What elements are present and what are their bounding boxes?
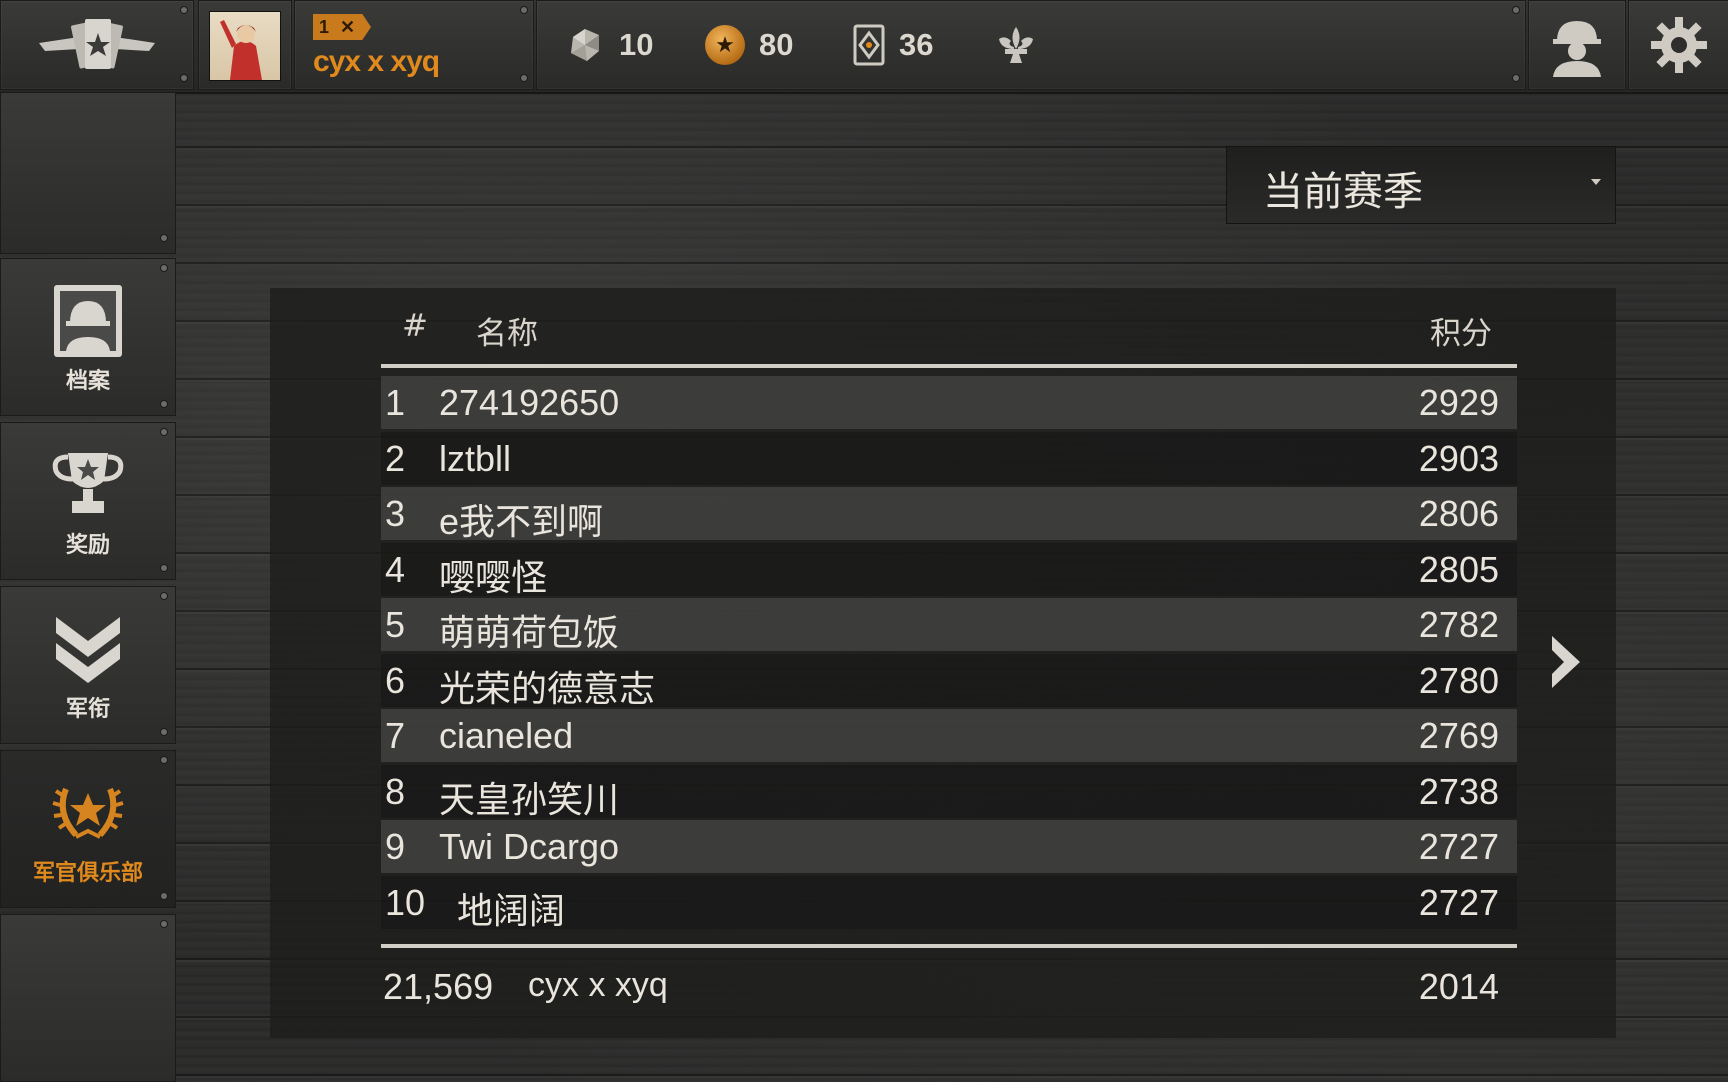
season-dropdown[interactable]: 当前赛季 xyxy=(1226,146,1616,224)
sidebar-empty-tile xyxy=(0,914,176,1082)
sidebar: 档案 奖励 军衔 军官俱乐部 xyxy=(0,92,176,1082)
row-score: 2805 xyxy=(1418,548,1499,590)
sidebar-item-label: 档案 xyxy=(65,369,110,394)
column-header-name: 名称 xyxy=(476,316,538,352)
sidebar-item-rank[interactable]: 军衔 xyxy=(0,586,176,744)
coin-count: 80 xyxy=(759,27,794,62)
row-score: 2782 xyxy=(1418,604,1499,645)
row-score: 2727 xyxy=(1418,826,1499,867)
table-row[interactable]: 6 光荣的德意志 2780 xyxy=(381,653,1517,709)
row-score: 2929 xyxy=(1418,382,1499,423)
card-count: 36 xyxy=(899,27,934,62)
row-rank: 10 xyxy=(385,881,426,923)
player-name-plate: 1 ✕ cyx x xyq xyxy=(294,0,534,90)
game-logo-plate[interactable] xyxy=(0,0,194,90)
row-rank: 6 xyxy=(385,659,406,701)
officer-club-icon xyxy=(52,787,124,839)
self-name: cyx x xyq xyxy=(528,966,668,1004)
fleur-de-lis-icon[interactable] xyxy=(993,23,1039,69)
card-icon xyxy=(853,24,885,66)
row-rank: 9 xyxy=(385,826,406,867)
gem-icon xyxy=(571,29,599,61)
row-name: Twi Dcargo xyxy=(439,826,620,867)
table-row[interactable]: 8 天皇孙笑川 2738 xyxy=(381,764,1517,820)
sidebar-item-label: 军衔 xyxy=(65,697,110,722)
row-score: 2806 xyxy=(1418,493,1499,534)
card-resource[interactable]: 36 xyxy=(853,23,933,67)
self-score: 2014 xyxy=(1418,966,1499,1007)
gem-count: 10 xyxy=(619,27,654,62)
rank-chevron-icon xyxy=(56,617,120,683)
table-row[interactable]: 3 e我不到啊 2806 xyxy=(381,487,1517,542)
row-rank: 3 xyxy=(385,493,406,534)
sidebar-item-rewards[interactable]: 奖励 xyxy=(0,422,176,580)
avatar-plate[interactable] xyxy=(198,0,292,90)
row-rank: 7 xyxy=(385,715,406,756)
column-header-score: 积分 xyxy=(1430,316,1492,352)
row-name: 嘤嘤怪 xyxy=(439,556,548,598)
table-row[interactable]: 2 lztbll 2903 xyxy=(381,431,1517,485)
row-name: 萌萌荷包饭 xyxy=(439,612,620,653)
gem-resource[interactable]: 10 xyxy=(565,23,653,67)
sidebar-item-label: 军官俱乐部 xyxy=(32,861,143,886)
column-header-rank: # xyxy=(402,308,428,344)
table-row[interactable]: 4 嘤嘤怪 2805 xyxy=(381,542,1517,598)
row-rank: 8 xyxy=(385,770,406,812)
row-score: 2738 xyxy=(1418,770,1499,812)
row-name: e我不到啊 xyxy=(439,501,604,542)
row-score: 2769 xyxy=(1418,715,1499,756)
player-name: cyx x xyq xyxy=(313,45,440,78)
chevron-right-icon[interactable] xyxy=(1546,632,1586,692)
row-rank: 5 xyxy=(385,604,406,645)
table-row[interactable]: 1 274192650 2929 xyxy=(381,376,1517,429)
avatar[interactable] xyxy=(209,11,281,81)
season-selected: 当前赛季 xyxy=(1263,169,1423,215)
leaderboard-panel: # 名称 积分 1 274192650 2929 2 lztbll 2903 3… xyxy=(270,288,1616,1038)
winged-cards-logo-icon xyxy=(39,19,155,69)
avatar-portrait-icon xyxy=(220,20,262,80)
row-name: 274192650 xyxy=(439,382,620,423)
level-badge: 1 ✕ xyxy=(313,14,371,40)
table-row[interactable]: 9 Twi Dcargo 2727 xyxy=(381,820,1517,873)
sidebar-item-label: 奖励 xyxy=(65,533,110,558)
row-name: 光荣的德意志 xyxy=(439,667,656,709)
sidebar-empty-tile xyxy=(0,92,176,254)
coin-icon: ★ xyxy=(705,25,745,65)
row-rank: 2 xyxy=(385,437,406,479)
table-row[interactable]: 7 cianeled 2769 xyxy=(381,709,1517,762)
header-divider xyxy=(381,364,1517,368)
sidebar-item-profile[interactable]: 档案 xyxy=(0,258,176,416)
chevron-down-icon xyxy=(1591,179,1601,185)
profile-button[interactable] xyxy=(1528,0,1626,90)
leaderboard-rows: 1 274192650 2929 2 lztbll 2903 3 e我不到啊 2… xyxy=(381,376,1517,931)
trophy-icon xyxy=(52,453,124,513)
settings-button[interactable] xyxy=(1628,0,1728,90)
row-name: 天皇孙笑川 xyxy=(439,778,620,820)
row-name: lztbll xyxy=(439,437,512,479)
footer-divider xyxy=(381,944,1517,948)
level-value: 1 xyxy=(319,17,330,37)
row-name: cianeled xyxy=(439,715,574,756)
resource-bar: 10 ★ 80 36 xyxy=(536,0,1526,90)
row-score: 2727 xyxy=(1418,881,1499,923)
self-rank: 21,569 xyxy=(383,966,494,1007)
row-score: 2903 xyxy=(1418,437,1499,479)
level-mark: ✕ xyxy=(340,17,356,37)
sidebar-item-officer-club[interactable]: 军官俱乐部 xyxy=(0,750,176,908)
table-row[interactable]: 5 萌萌荷包饭 2782 xyxy=(381,598,1517,653)
row-rank: 1 xyxy=(385,382,406,423)
row-name: 地阔阔 xyxy=(457,889,566,931)
table-row[interactable]: 10 地阔阔 2727 xyxy=(381,875,1517,931)
row-score: 2780 xyxy=(1418,659,1499,701)
row-rank: 4 xyxy=(385,548,406,590)
soldier-helmet-icon xyxy=(1553,21,1601,77)
coin-resource[interactable]: ★ 80 xyxy=(705,23,793,67)
profile-icon xyxy=(54,285,122,357)
top-bar: 1 ✕ cyx x xyq 10 ★ 80 36 xyxy=(0,0,1728,94)
gear-icon xyxy=(1651,17,1707,73)
